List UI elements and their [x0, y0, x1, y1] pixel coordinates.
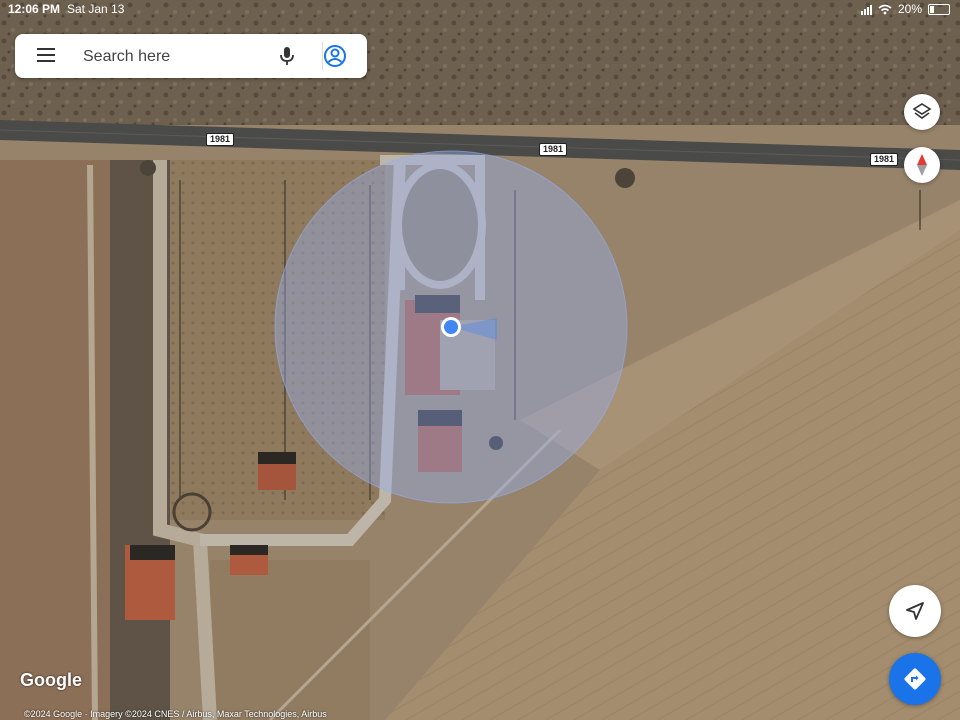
my-location-button[interactable]	[889, 585, 941, 637]
wifi-icon	[878, 4, 892, 14]
account-icon[interactable]	[323, 44, 347, 68]
status-date: Sat Jan 13	[67, 2, 125, 16]
battery-percent: 20%	[897, 2, 922, 16]
directions-button[interactable]	[889, 653, 941, 705]
location-arrow-icon	[906, 602, 924, 620]
status-time: 12:06 PM	[8, 2, 61, 16]
status-bar: 12:06 PM Sat Jan 13 20%	[0, 0, 960, 18]
road-shield: 1981	[539, 143, 568, 156]
menu-icon[interactable]	[37, 48, 55, 64]
layers-icon	[912, 103, 932, 119]
directions-icon	[904, 668, 926, 690]
cellular-signal-icon	[860, 4, 872, 15]
road-shield: 1981	[870, 153, 899, 166]
compass-icon	[917, 154, 927, 176]
satellite-map[interactable]	[0, 0, 960, 720]
mic-icon[interactable]	[277, 44, 297, 68]
road-shield: 1981	[206, 133, 235, 146]
google-logo: Google	[20, 670, 82, 690]
search-input[interactable]	[81, 44, 275, 70]
battery-icon	[928, 3, 950, 15]
compass-button[interactable]	[904, 147, 940, 183]
layers-button[interactable]	[904, 94, 940, 130]
search-bar[interactable]	[15, 34, 367, 78]
map-attribution[interactable]: ©2024 Google · Imagery ©2024 CNES / Airb…	[24, 709, 327, 719]
